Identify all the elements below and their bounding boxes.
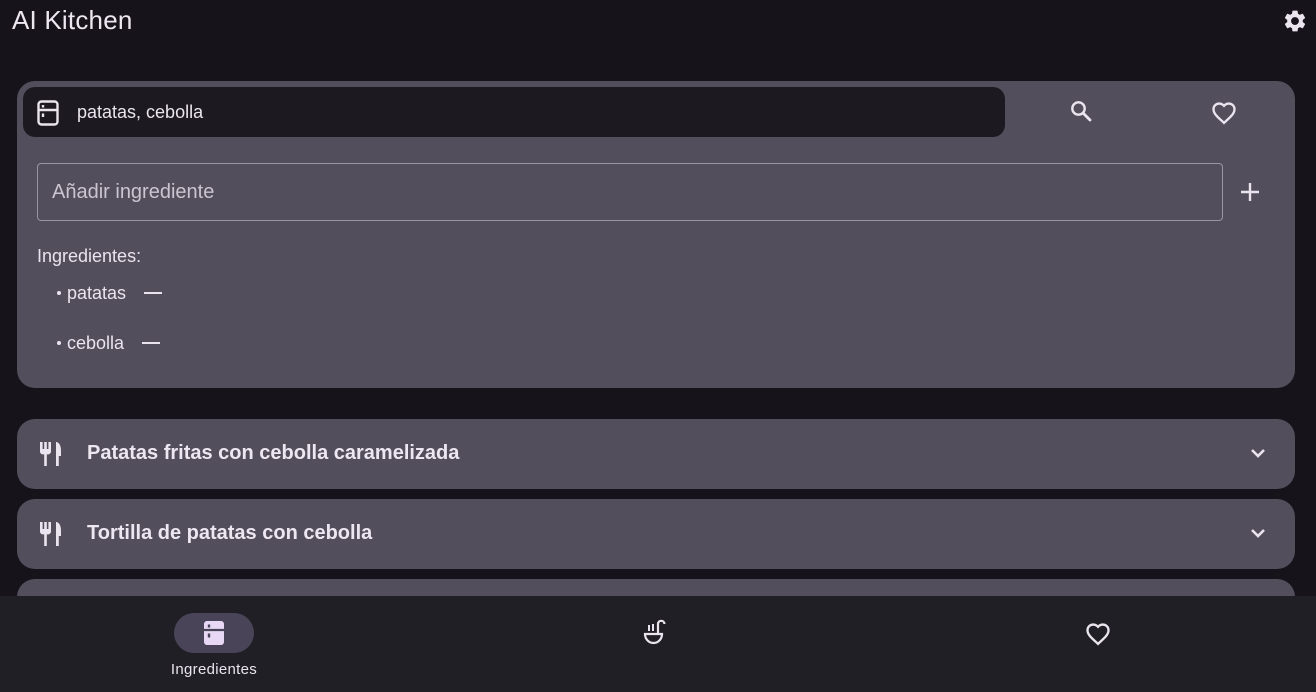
utensils-icon bbox=[40, 442, 61, 466]
search-button[interactable] bbox=[1067, 97, 1095, 125]
plus-icon bbox=[1241, 183, 1259, 201]
recipe-title: Tortilla de patatas con cebolla bbox=[87, 522, 373, 544]
nav-item-favorites[interactable] bbox=[876, 596, 1314, 692]
gear-icon bbox=[1284, 10, 1306, 32]
add-ingredient-input[interactable] bbox=[37, 163, 1223, 221]
heart-outline-icon bbox=[1086, 623, 1110, 646]
app-root: AI Kitchen patatas, cebolla Añadir ingre… bbox=[0, 0, 1316, 692]
recipe-card[interactable]: Patatas fritas con cebolla caramelizada bbox=[17, 419, 1295, 489]
minus-icon bbox=[142, 341, 161, 345]
fridge-icon bbox=[204, 621, 224, 645]
heart-outline-icon bbox=[1212, 102, 1236, 125]
ingredient-item: cebolla bbox=[57, 332, 162, 354]
ingredient-name: patatas bbox=[67, 282, 127, 303]
nav-icon bbox=[641, 618, 671, 648]
nav-label: Ingredientes bbox=[170, 661, 258, 678]
app-title: AI Kitchen bbox=[12, 5, 133, 35]
search-bar[interactable]: patatas, cebolla bbox=[23, 87, 1005, 137]
search-query: patatas, cebolla bbox=[77, 102, 204, 122]
chevron-down-icon bbox=[1251, 449, 1265, 458]
bullet-icon bbox=[57, 291, 61, 295]
ingredients-card: patatas, cebolla Ingredientes: patatas bbox=[17, 81, 1295, 388]
ingredient-name: cebolla bbox=[67, 332, 125, 353]
add-ingredient-button[interactable] bbox=[1237, 179, 1263, 205]
utensils-icon bbox=[40, 522, 61, 546]
favorite-button[interactable] bbox=[1209, 97, 1239, 127]
recipe-title: Patatas fritas con cebolla caramelizada bbox=[87, 442, 460, 464]
nav-active-indicator bbox=[174, 613, 254, 653]
remove-ingredient-button[interactable] bbox=[142, 282, 164, 304]
nav-item-ingredientes[interactable]: Ingredientes bbox=[0, 596, 438, 692]
soup-ladle-icon bbox=[643, 619, 666, 645]
chevron-down-icon bbox=[1251, 529, 1265, 538]
ingredient-item: patatas bbox=[57, 282, 164, 304]
nav-item-recipes[interactable] bbox=[438, 596, 876, 692]
recipe-card[interactable]: Tortilla de patatas con cebolla bbox=[17, 499, 1295, 569]
ingredients-heading: Ingredientes: bbox=[37, 246, 142, 266]
nav-icon bbox=[1083, 618, 1113, 648]
fridge-icon bbox=[37, 100, 59, 126]
minus-icon bbox=[144, 291, 163, 295]
bullet-icon bbox=[57, 341, 61, 345]
remove-ingredient-button[interactable] bbox=[140, 332, 162, 354]
settings-button[interactable] bbox=[1280, 6, 1310, 36]
search-icon bbox=[1071, 101, 1092, 122]
bottom-navigation: Ingredientes bbox=[0, 596, 1316, 692]
